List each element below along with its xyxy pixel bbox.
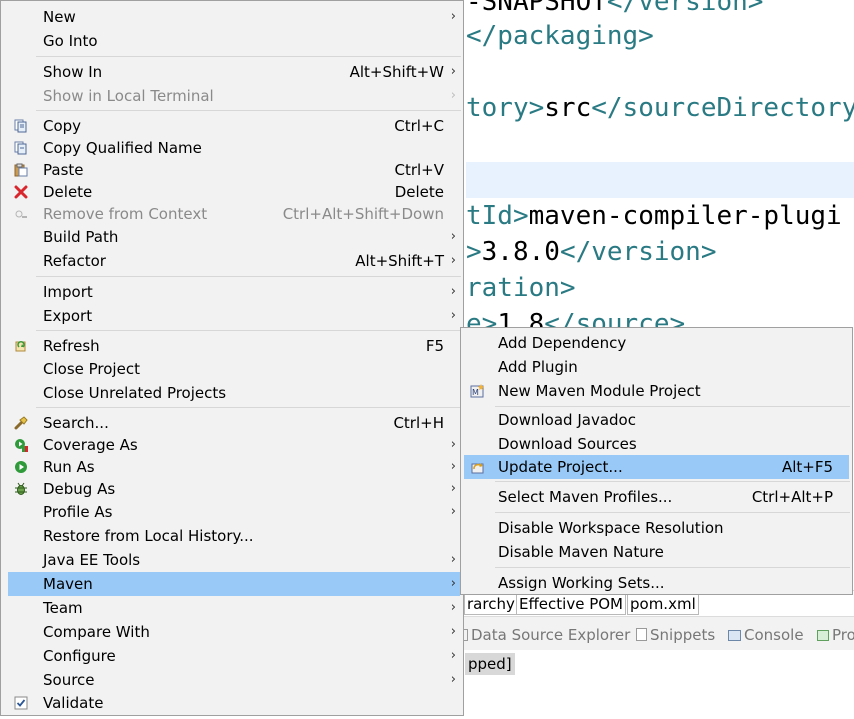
menu-item-run-as[interactable]: Run As ›: [8, 455, 460, 479]
menu-item-go-into[interactable]: Go Into: [8, 29, 460, 53]
submenu-arrow-icon: ›: [450, 308, 456, 323]
submenu-item-disable-workspace-resolution[interactable]: Disable Workspace Resolution: [464, 516, 849, 540]
submenu-item-download-sources[interactable]: Download Sources: [464, 432, 849, 456]
code-line: tId>maven-compiler-plugi: [466, 201, 842, 231]
menu-item-restore-from-local-history[interactable]: Restore from Local History...: [8, 524, 460, 548]
coverage-icon: [14, 438, 28, 452]
submenu-arrow-icon: ›: [450, 437, 456, 452]
submenu-arrow-icon: ›: [450, 284, 456, 299]
run-icon: [14, 460, 28, 474]
menu-item-search[interactable]: Search... Ctrl+H: [8, 411, 460, 435]
menu-item-show-in[interactable]: Show In Alt+Shift+W ›: [8, 60, 460, 84]
maven-module-icon: M: [470, 383, 486, 399]
current-line-highlight: [466, 162, 854, 198]
menu-item-maven[interactable]: Maven ›: [8, 572, 460, 596]
submenu-item-new-maven-module-project[interactable]: M New Maven Module Project: [464, 379, 849, 403]
menu-separator: [495, 512, 850, 513]
menu-item-copy[interactable]: Copy Ctrl+C: [8, 114, 460, 138]
submenu-arrow-icon: ›: [450, 552, 456, 567]
menu-separator: [36, 330, 461, 331]
submenu-arrow-icon: ›: [450, 600, 456, 615]
menu-item-close-project[interactable]: Close Project: [8, 357, 460, 381]
tab-snippets[interactable]: Snippets: [636, 625, 715, 645]
update-project-icon: [470, 459, 486, 475]
menu-item-delete[interactable]: Delete Delete: [8, 180, 460, 204]
copy-icon: [14, 119, 28, 133]
context-menu: New › Go Into Show In Alt+Shift+W › Show…: [0, 0, 464, 716]
menu-item-export[interactable]: Export ›: [8, 304, 460, 328]
code-line: ration>: [466, 273, 576, 303]
code-line: >3.8.0</version>: [466, 237, 717, 267]
debug-bug-icon: [14, 482, 28, 496]
menu-item-import[interactable]: Import ›: [8, 280, 460, 304]
menu-item-profile-as[interactable]: Profile As ›: [8, 500, 460, 524]
menu-item-refactor[interactable]: Refactor Alt+Shift+T ›: [8, 249, 460, 273]
refresh-icon: [14, 339, 28, 353]
copy-qualified-name-icon: [14, 141, 28, 155]
svg-text:M: M: [472, 388, 479, 397]
submenu-item-select-maven-profiles[interactable]: Select Maven Profiles... Ctrl+Alt+P: [464, 485, 849, 509]
remove-from-context-icon: [14, 207, 28, 221]
menu-item-new[interactable]: New ›: [8, 5, 460, 29]
submenu-arrow-icon: ›: [450, 481, 456, 496]
search-flashlight-icon: [14, 416, 28, 430]
menu-item-coverage-as[interactable]: Coverage As ›: [8, 433, 460, 457]
tab-progress[interactable]: Pro: [817, 625, 854, 645]
code-line: tory>src</sourceDirectory: [466, 93, 854, 123]
submenu-arrow-icon: ›: [450, 648, 456, 663]
menu-separator: [36, 110, 461, 111]
submenu-arrow-icon: ›: [450, 64, 456, 79]
tab-effective-pom[interactable]: Effective POM: [516, 593, 627, 615]
menu-separator: [495, 406, 850, 407]
code-line: </packaging>: [466, 21, 654, 51]
menu-item-debug-as[interactable]: Debug As ›: [8, 477, 460, 501]
validate-checkbox-icon: [14, 696, 28, 710]
submenu-item-update-project[interactable]: Update Project... Alt+F5: [464, 455, 849, 479]
submenu-arrow-icon: ›: [450, 672, 456, 687]
code-line: -SNAPSHOT</version>: [466, 0, 764, 17]
paste-icon: [14, 163, 28, 177]
tab-hierarchy[interactable]: rarchy: [464, 593, 518, 615]
submenu-arrow-icon: ›: [450, 576, 456, 591]
menu-item-paste[interactable]: Paste Ctrl+V: [8, 158, 460, 182]
menu-item-copy-qualified-name[interactable]: Copy Qualified Name: [8, 136, 460, 160]
menu-item-configure[interactable]: Configure ›: [8, 644, 460, 668]
menu-separator: [36, 276, 461, 277]
console-status: pped]: [465, 653, 515, 675]
menu-item-show-in-local-terminal[interactable]: Show in Local Terminal ›: [8, 84, 460, 108]
submenu-item-assign-working-sets[interactable]: Assign Working Sets...: [464, 571, 849, 595]
menu-item-build-path[interactable]: Build Path ›: [8, 225, 460, 249]
menu-separator: [36, 407, 461, 408]
menu-item-validate[interactable]: Validate: [8, 691, 460, 715]
menu-separator: [495, 567, 850, 568]
menu-item-close-unrelated-projects[interactable]: Close Unrelated Projects: [8, 381, 460, 405]
submenu-item-disable-maven-nature[interactable]: Disable Maven Nature: [464, 540, 849, 564]
console-icon: [728, 630, 741, 641]
submenu-arrow-icon: ›: [450, 88, 456, 103]
delete-icon: [14, 185, 28, 199]
submenu-arrow-icon: ›: [450, 459, 456, 474]
snippets-icon: [636, 628, 647, 641]
menu-item-java-ee-tools[interactable]: Java EE Tools ›: [8, 548, 460, 572]
submenu-item-download-javadoc[interactable]: Download Javadoc: [464, 408, 849, 432]
menu-item-compare-with[interactable]: Compare With ›: [8, 620, 460, 644]
submenu-arrow-icon: ›: [450, 9, 456, 24]
tab-console[interactable]: Console: [728, 625, 804, 645]
menu-item-remove-from-context[interactable]: Remove from Context Ctrl+Alt+Shift+Down: [8, 202, 460, 226]
menu-item-team[interactable]: Team ›: [8, 596, 460, 620]
maven-submenu: Add Dependency Add Plugin M New Maven Mo…: [460, 327, 853, 595]
submenu-item-add-dependency[interactable]: Add Dependency: [464, 331, 849, 355]
tab-pom-xml[interactable]: pom.xml: [627, 593, 699, 615]
submenu-item-add-plugin[interactable]: Add Plugin: [464, 355, 849, 379]
menu-separator: [36, 56, 461, 57]
tab-data-source-explorer[interactable]: Data Source Explorer: [456, 625, 630, 645]
progress-icon: [817, 630, 829, 641]
submenu-arrow-icon: ›: [450, 624, 456, 639]
menu-item-refresh[interactable]: Refresh F5: [8, 334, 460, 358]
menu-item-source[interactable]: Source ›: [8, 668, 460, 692]
submenu-arrow-icon: ›: [450, 253, 456, 268]
submenu-arrow-icon: ›: [450, 229, 456, 244]
submenu-arrow-icon: ›: [450, 504, 456, 519]
menu-separator: [495, 481, 850, 482]
